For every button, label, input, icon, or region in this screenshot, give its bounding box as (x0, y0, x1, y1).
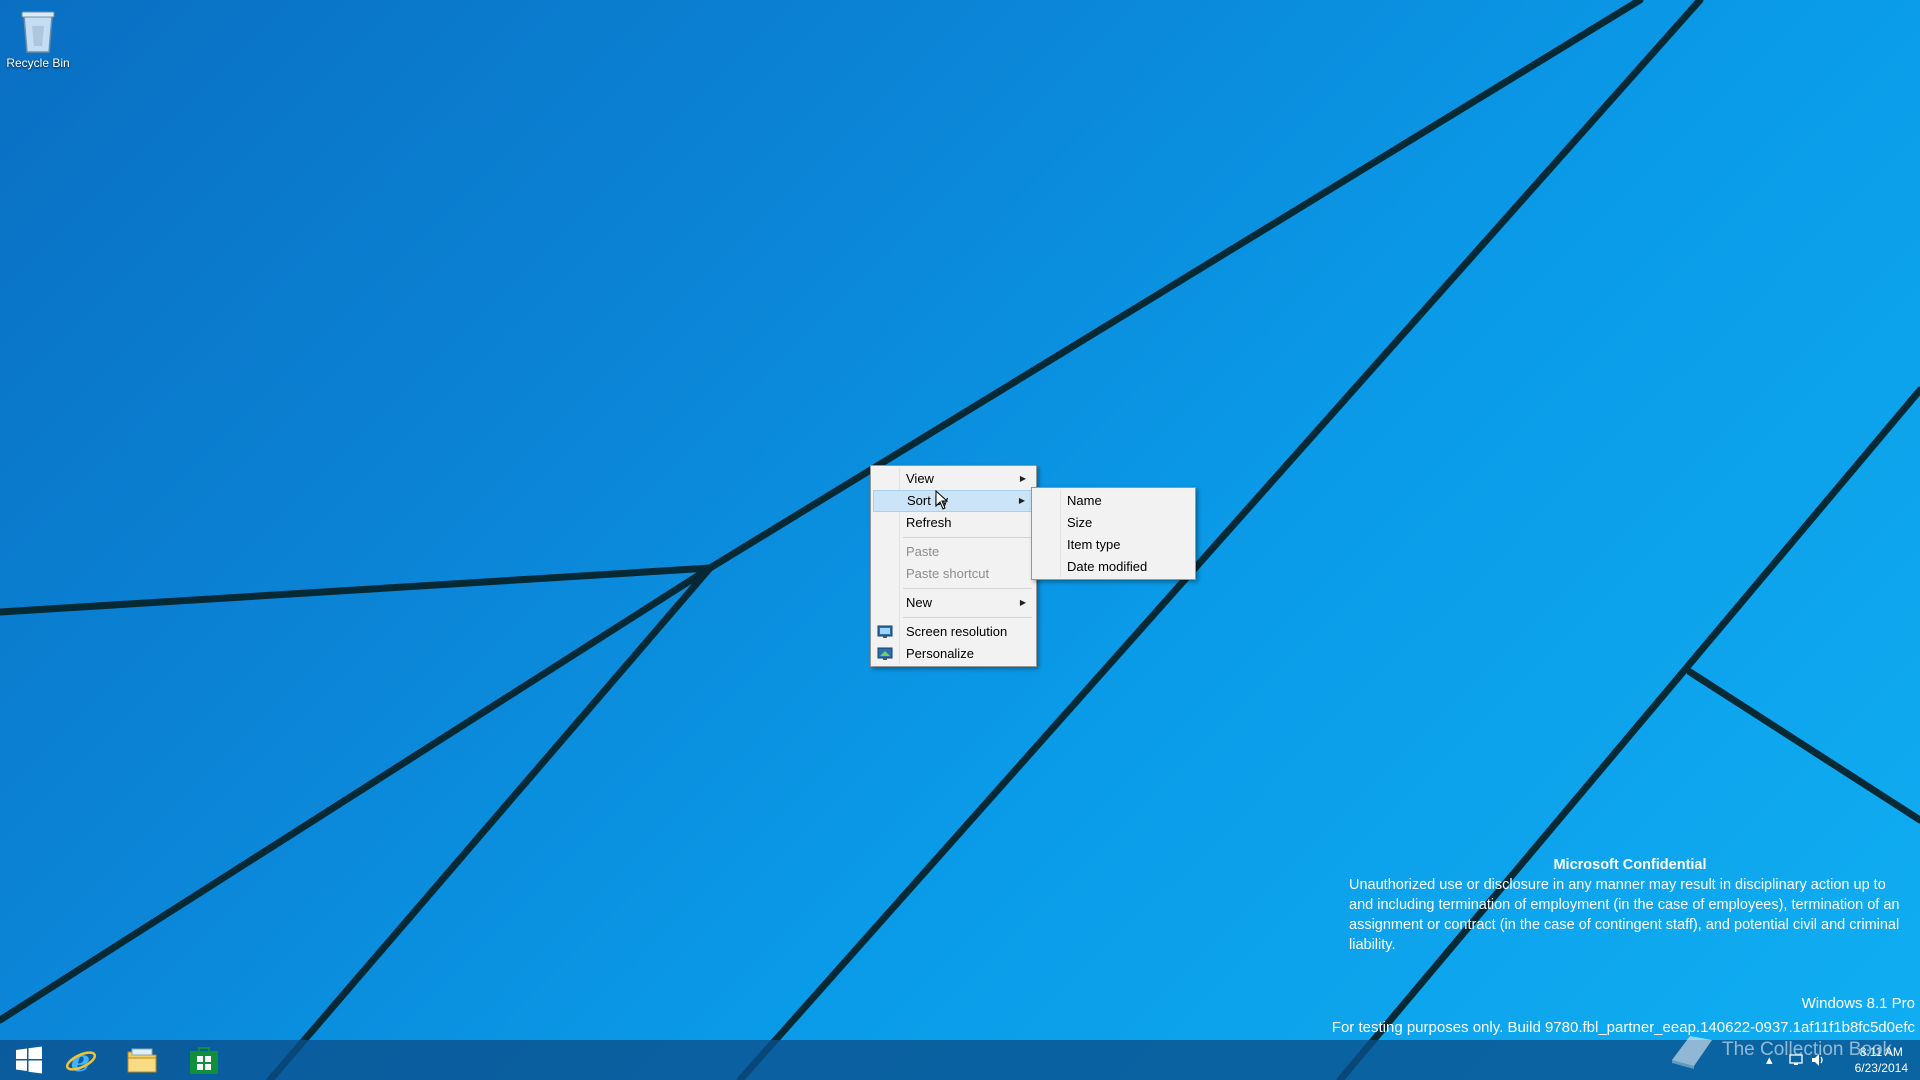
confidential-title: Microsoft Confidential (1553, 857, 1707, 873)
menu-separator (903, 537, 1032, 538)
menu-item-label: Personalize (906, 646, 974, 661)
site-watermark-text: The Collection Book (1722, 1039, 1893, 1060)
site-watermark: The Collection Book (1668, 1030, 1892, 1070)
menu-separator (903, 588, 1032, 589)
recycle-bin-label: Recycle Bin (6, 56, 70, 70)
menu-item-view[interactable]: View ▶ (873, 468, 1034, 490)
desktop-context-menu: View ▶ Sort by ▶ Refresh Paste Paste sho… (870, 465, 1037, 667)
screen-resolution-icon (877, 625, 893, 638)
menu-separator (903, 617, 1032, 618)
sort-by-submenu: Name Size Item type Date modified (1031, 487, 1196, 580)
sort-item-size[interactable]: Size (1034, 512, 1193, 534)
menu-item-label: Item type (1067, 537, 1121, 552)
menu-item-label: New (906, 595, 933, 610)
start-button[interactable] (0, 1040, 58, 1080)
sort-item-name[interactable]: Name (1034, 490, 1193, 512)
menu-item-label: Paste shortcut (906, 566, 990, 581)
mouse-cursor-icon (935, 490, 949, 510)
submenu-arrow-icon: ▶ (1019, 598, 1026, 607)
menu-item-label: Screen resolution (906, 624, 1008, 639)
menu-item-screen-resolution[interactable]: Screen resolution (873, 621, 1034, 643)
folder-icon (127, 1048, 157, 1073)
desktop[interactable]: Recycle Bin View ▶ Sort by ▶ Refresh Pas… (0, 0, 1920, 1080)
menu-item-refresh[interactable]: Refresh (873, 512, 1034, 534)
windows-logo-icon (16, 1046, 42, 1074)
taskbar: e ▴ 8:11 AM 6/23/2014 (0, 1040, 1920, 1080)
internet-explorer-button[interactable]: e (52, 1040, 110, 1080)
menu-item-label: Size (1067, 515, 1093, 530)
personalize-icon (877, 647, 893, 660)
book-logo-icon (1672, 1036, 1712, 1069)
menu-item-paste-shortcut[interactable]: Paste shortcut (873, 563, 1034, 585)
recycle-bin-desktop-icon[interactable]: Recycle Bin (4, 6, 72, 70)
menu-item-label: Name (1067, 493, 1102, 508)
confidential-body: Unauthorized use or disclosure in any ma… (1349, 877, 1900, 953)
sort-item-date-modified[interactable]: Date modified (1034, 556, 1193, 578)
store-button[interactable] (175, 1040, 233, 1080)
submenu-arrow-icon: ▶ (1019, 474, 1026, 483)
menu-item-label: Paste (906, 544, 940, 559)
svg-text:e: e (71, 1044, 90, 1076)
submenu-arrow-icon: ▶ (1018, 496, 1025, 505)
menu-item-label: Refresh (906, 515, 952, 530)
confidential-notice: Microsoft Confidential Unauthorized use … (1349, 855, 1911, 955)
internet-explorer-icon: e (65, 1044, 97, 1076)
store-icon (190, 1047, 218, 1074)
recycle-bin-icon (21, 11, 55, 53)
menu-item-paste[interactable]: Paste (873, 541, 1034, 563)
menu-item-personalize[interactable]: Personalize (873, 643, 1034, 665)
menu-item-label: Date modified (1067, 559, 1148, 574)
menu-item-label: View (906, 471, 934, 486)
menu-item-new[interactable]: New ▶ (873, 592, 1034, 614)
file-explorer-button[interactable] (113, 1040, 171, 1080)
menu-item-sort-by[interactable]: Sort by ▶ (873, 490, 1034, 512)
sort-item-item-type[interactable]: Item type (1034, 534, 1193, 556)
windows-edition: Windows 8.1 Pro (1801, 995, 1915, 1012)
